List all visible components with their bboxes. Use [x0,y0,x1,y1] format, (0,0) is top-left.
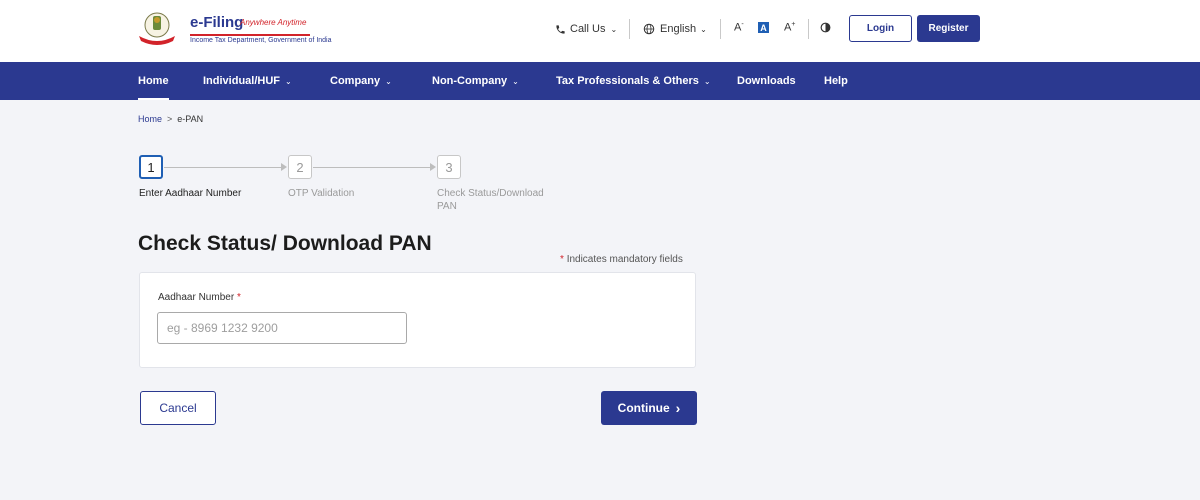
continue-button[interactable]: Continue › [601,391,697,425]
step-number: 3 [445,159,453,175]
nav-item-label: Home [138,75,169,87]
breadcrumb-home-link[interactable]: Home [138,114,162,124]
step-3-label: Check Status/Download PAN [437,187,544,213]
continue-label: Continue [617,401,670,415]
nav-item-non-company[interactable]: Non-Company ⌄ [432,62,519,100]
chevron-right-icon: › [675,400,681,416]
step-3-indicator: 3 [437,155,461,179]
efiling-logo[interactable]: e-Filing Anywhere Anytime Income Tax Dep… [137,10,332,48]
call-us-label: Call Us [570,23,606,35]
required-star: * [560,254,564,265]
nav-item-label: Tax Professionals & Others [556,75,699,87]
logo-title: e-Filing [190,14,244,31]
nav-item-label: Individual/HUF [203,75,280,87]
chevron-down-icon: ⌄ [385,76,392,86]
step-3-label-line2: PAN [437,201,457,212]
nav-item-home[interactable]: Home [138,62,169,100]
logo-tagline: Anywhere Anytime [240,18,307,27]
nav-item-label: Company [330,75,381,87]
step-arrow-icon [430,163,436,171]
step-arrow-icon [281,163,287,171]
font-decrease-button[interactable]: A- [734,21,744,34]
header-divider [629,19,630,39]
breadcrumb-current: e-PAN [177,114,204,124]
nav-item-label: Downloads [737,75,796,87]
call-us-dropdown[interactable]: Call Us ⌄ [555,15,617,43]
mandatory-note: * Indicates mandatory fields [560,254,683,265]
nav-item-individual-huf[interactable]: Individual/HUF ⌄ [203,62,292,100]
step-number: 1 [147,159,155,175]
step-connector [164,167,281,168]
chevron-down-icon: ⌄ [610,24,618,34]
step-3-label-line1: Check Status/Download [437,188,544,199]
page-title: Check Status/ Download PAN [138,232,432,255]
phone-icon [556,24,565,34]
language-dropdown[interactable]: English ⌄ [643,15,707,43]
register-button[interactable]: Register [917,15,980,42]
nav-item-downloads[interactable]: Downloads [737,62,796,100]
main-navigation: Home Individual/HUF ⌄ Company ⌄ Non-Compan… [0,62,1200,100]
emblem-icon [139,12,175,45]
font-normal-label: A [760,22,767,33]
logo-subtitle: Income Tax Department, Government of Ind… [190,37,332,44]
step-2-label: OTP Validation [288,188,355,199]
step-1-indicator: 1 [139,155,163,179]
aadhaar-label-text: Aadhaar Number [158,292,235,303]
chevron-down-icon: ⌄ [703,76,711,86]
step-connector [313,167,430,168]
required-star: * [236,292,241,303]
breadcrumb: Home > e-PAN [138,114,203,124]
cancel-label: Cancel [159,401,197,415]
logo-divider [190,34,310,36]
nav-item-label: Help [824,75,848,87]
header-divider [720,19,721,39]
step-1-label: Enter Aadhaar Number [139,188,242,199]
chevron-down-icon: ⌄ [512,76,519,86]
aadhaar-number-input[interactable] [157,312,407,344]
chevron-down-icon: ⌄ [700,24,707,34]
contrast-icon[interactable] [820,22,831,33]
header-divider [808,19,809,39]
font-normal-button[interactable]: A [758,22,769,33]
chevron-down-icon: ⌄ [285,76,292,86]
nav-item-label: Non-Company [432,75,508,87]
nav-item-tax-professionals[interactable]: Tax Professionals & Others ⌄ [556,62,711,100]
nav-item-help[interactable]: Help [824,62,848,100]
nav-item-company[interactable]: Company ⌄ [330,62,392,100]
cancel-button[interactable]: Cancel [140,391,216,425]
top-header: e-Filing Anywhere Anytime Income Tax Dep… [0,0,1200,62]
step-2-indicator: 2 [288,155,312,179]
aadhaar-field-label: Aadhaar Number * [158,292,241,303]
step-number: 2 [296,159,304,175]
breadcrumb-separator: > [167,114,173,124]
language-label: English [660,23,697,35]
globe-icon [643,23,655,35]
font-increase-button[interactable]: A+ [784,21,795,34]
mandatory-note-text: Indicates mandatory fields [566,254,683,265]
login-button[interactable]: Login [849,15,912,42]
